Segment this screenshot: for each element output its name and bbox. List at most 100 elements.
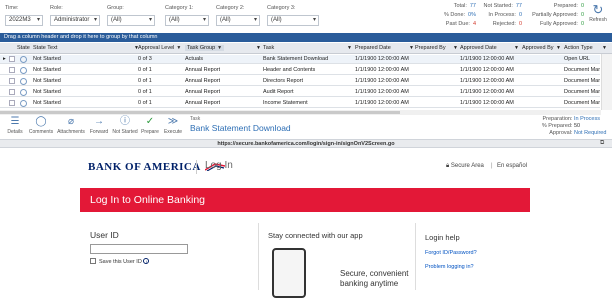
stat-not-started: Not Started: 77 xyxy=(483,3,522,9)
filter-select[interactable]: Administrator ▾ xyxy=(50,15,100,26)
table-row[interactable]: Not Started 0 of 1 Annual Report Header and… xyxy=(0,66,600,75)
table-row[interactable]: Not Started 0 of 1 Annual Report Directors … xyxy=(0,77,600,86)
cell-action: Document Mana xyxy=(564,89,600,95)
details-icon: ☰ xyxy=(10,116,20,127)
filter-icon[interactable]: ▼ xyxy=(134,45,139,51)
cell-prepared-date: 1/1/1900 12:00:00 AM xyxy=(355,100,409,106)
table-row[interactable]: Not Started 0 of 1 Annual Report Audit Repo… xyxy=(0,88,600,97)
filter-label: Group: xyxy=(107,5,124,11)
filter-select[interactable]: (All) ▾ xyxy=(107,15,155,26)
filter-value: (All) xyxy=(220,17,231,23)
state-circle-icon xyxy=(20,100,27,107)
filter-icon[interactable]: ▼ xyxy=(347,45,352,51)
filter-label: Category 2: xyxy=(216,5,245,11)
filter-icon[interactable]: ▼ xyxy=(514,45,519,51)
cell-state-text: Not Started xyxy=(33,56,61,62)
cell-group: Annual Report xyxy=(185,78,221,84)
col-task[interactable]: Task xyxy=(263,45,274,51)
warning-circle-icon: ⓘ xyxy=(120,116,130,127)
cell-action: Document Mana xyxy=(564,78,600,84)
popout-icon[interactable]: ⧉ xyxy=(600,140,604,147)
login-banner: Log In to Online Banking xyxy=(80,188,530,212)
col-action-type[interactable]: Action Type xyxy=(564,45,593,51)
phone-image xyxy=(272,248,306,298)
filter-select[interactable]: (All) ▾ xyxy=(216,15,260,26)
spanish-link[interactable]: En español xyxy=(497,163,527,169)
table-row[interactable]: ▸ Not Started 0 of 3 Actuals Bank Statement … xyxy=(0,55,600,64)
forward-arrow-icon: → xyxy=(94,116,104,127)
row-checkbox[interactable] xyxy=(9,89,15,95)
row-checkbox[interactable] xyxy=(9,100,15,106)
filter-select[interactable]: 2022M3 ▾ xyxy=(5,15,43,26)
refresh-icon: ↻ xyxy=(592,2,604,17)
filter-icon[interactable]: ▼ xyxy=(176,45,181,51)
table-row[interactable]: Not Started 0 of 1 Annual Report Income Sta… xyxy=(0,99,600,108)
stat-in-process: In Process: 0 xyxy=(488,12,522,18)
save-userid-checkbox[interactable] xyxy=(90,258,96,264)
chevron-down-icon: ▾ xyxy=(36,17,40,23)
cell-prepared-date: 1/1/1900 12:00:00 AM xyxy=(355,78,409,84)
cell-action: Document Mana xyxy=(564,100,600,106)
execute-button[interactable]: ≫ Execute xyxy=(162,117,184,136)
group-by-bar[interactable]: Drag a column header and drop it here to… xyxy=(0,33,612,42)
filter-icon[interactable]: ▼ xyxy=(217,45,222,51)
row-checkbox[interactable] xyxy=(9,78,15,84)
col-approved-date[interactable]: Approved Date xyxy=(460,45,497,51)
userid-field[interactable] xyxy=(90,244,188,254)
cell-group: Annual Report xyxy=(185,67,221,73)
cell-group: Annual Report xyxy=(185,89,221,95)
problem-login-link[interactable]: Problem logging in? xyxy=(425,264,474,270)
col-approved-by[interactable]: Approved By xyxy=(522,45,554,51)
chevron-down-icon: ▾ xyxy=(202,17,206,23)
col-state[interactable]: State xyxy=(17,45,30,51)
filter-label: Time: xyxy=(5,5,19,11)
cell-approved-date: 1/1/1900 12:00:00 AM xyxy=(460,89,514,95)
col-state-text[interactable]: State Text xyxy=(33,45,57,51)
stat-partially-approved: Partially Approved: 0 xyxy=(532,12,584,18)
forward-button[interactable]: → Forward xyxy=(88,116,110,136)
cell-approval: 0 of 1 xyxy=(138,100,152,106)
stat-pct-done: % Done: 0% xyxy=(443,12,476,18)
filter-value: (All) xyxy=(169,17,180,23)
details-button[interactable]: ☰ Details xyxy=(5,116,25,136)
prepare-button[interactable]: ✓ Prepare xyxy=(140,117,160,136)
cell-approval: 0 of 1 xyxy=(138,67,152,73)
stat-total: Total: 77 xyxy=(453,3,476,9)
save-userid-label: Save this User ID i xyxy=(99,258,150,265)
comments-button[interactable]: ◯ Comments xyxy=(28,117,54,136)
secure-area: 🔒︎ Secure Area xyxy=(446,163,484,169)
cell-task: Audit Report xyxy=(263,89,294,95)
forgot-password-link[interactable]: Forgot ID/Password? xyxy=(425,250,477,256)
col-prepared-by[interactable]: Prepared By xyxy=(415,45,446,51)
col-prepared-date[interactable]: Prepared Date xyxy=(355,45,391,51)
login-help-title: Login help xyxy=(425,233,460,242)
grid-header: State State Text Approval Level ▼ Task Gr… xyxy=(0,43,612,54)
filter-icon[interactable]: ▼ xyxy=(602,45,607,51)
col-task-group[interactable]: Task Group ▼ xyxy=(185,45,225,51)
col-approval-level[interactable]: Approval Level ▼ xyxy=(138,45,181,51)
grid-vertical-scrollbar[interactable] xyxy=(601,54,612,110)
filter-icon[interactable]: ▼ xyxy=(453,45,458,51)
not-started-button[interactable]: ⓘ Not Started xyxy=(111,116,139,136)
row-checkbox[interactable] xyxy=(9,56,15,62)
filter-icon[interactable]: ▼ xyxy=(556,45,561,51)
task-status-panel: Preparation: In Process % Prepared: 50 A… xyxy=(541,116,607,136)
cell-approval: 0 of 1 xyxy=(138,89,152,95)
embedded-browser-url: https://secure.bankofamerica.com/login/s… xyxy=(0,139,612,148)
filter-select[interactable]: (All) ▾ xyxy=(165,15,209,26)
refresh-button[interactable]: ↻ Refresh xyxy=(588,2,608,24)
row-checkbox[interactable] xyxy=(9,67,15,73)
cell-approved-date: 1/1/1900 12:00:00 AM xyxy=(460,100,514,106)
grid-horizontal-scrollbar[interactable] xyxy=(0,110,601,115)
filter-icon[interactable]: ▼ xyxy=(256,45,261,51)
cell-state-text: Not Started xyxy=(33,100,61,106)
paperclip-icon: ⌀ xyxy=(67,116,75,127)
filter-select[interactable]: (All) ▾ xyxy=(267,15,319,26)
attachments-button[interactable]: ⌀ Attachments xyxy=(56,116,86,136)
app-promo-text: Secure, convenient banking anytime xyxy=(340,269,409,288)
info-icon[interactable]: i xyxy=(143,258,150,264)
state-circle-icon xyxy=(20,78,27,85)
cell-state-text: Not Started xyxy=(33,89,61,95)
task-name: Bank Statement Download xyxy=(190,123,291,133)
filter-icon[interactable]: ▼ xyxy=(409,45,414,51)
